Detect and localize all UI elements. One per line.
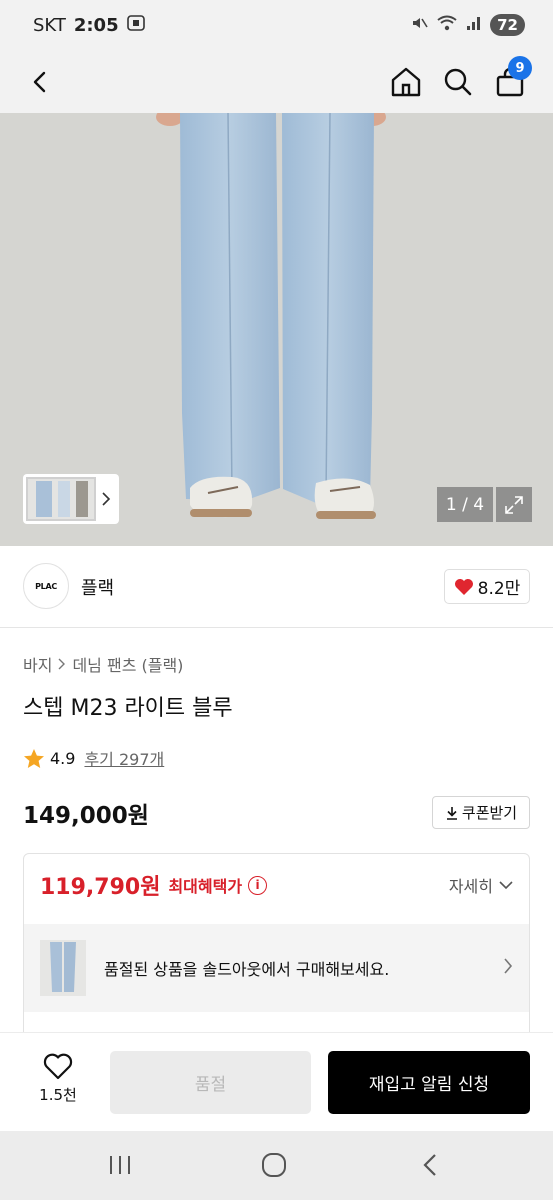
back-icon <box>33 71 46 92</box>
coupon-label: 쿠폰받기 <box>461 804 518 822</box>
back-nav-button[interactable] <box>408 1147 452 1183</box>
restock-alert-button[interactable]: 재입고 알림 신청 <box>328 1051 530 1114</box>
heart-icon <box>454 578 473 595</box>
soldout-banner[interactable]: 품절된 상품을 솔드아웃에서 구매해보세요. <box>24 924 529 1012</box>
breadcrumb-item-category[interactable]: 바지 <box>23 652 52 676</box>
thumbnail-next-button[interactable] <box>96 492 116 506</box>
heart-outline-icon <box>43 1053 73 1080</box>
brand-like-button[interactable]: 8.2만 <box>444 569 530 604</box>
home-button[interactable] <box>384 50 428 113</box>
wifi-icon <box>436 14 458 36</box>
status-bar: SKT 2:05 72 <box>0 0 553 50</box>
soldout-banner-arrow <box>503 958 513 978</box>
search-button[interactable] <box>436 50 480 113</box>
soldout-message: 품절된 상품을 솔드아웃에서 구매해보세요. <box>104 960 390 979</box>
product-price: 149,000원 <box>23 803 149 829</box>
rating-score: 4.9 <box>50 748 76 768</box>
soldout-thumbnail <box>40 940 86 996</box>
mute-icon <box>410 14 428 36</box>
cart-button[interactable]: 9 <box>488 50 532 113</box>
fullscreen-button[interactable] <box>496 487 532 522</box>
review-link[interactable]: 후기 297개 <box>84 746 164 770</box>
wishlist-button[interactable]: 1.5천 <box>23 1053 93 1113</box>
bottom-action-bar: 1.5천 품절 재입고 알림 신청 <box>0 1032 553 1131</box>
cart-count-badge: 9 <box>508 56 532 80</box>
benefit-box: 119,790원 최대혜택가 i 자세히 품절된 상품을 솔드아웃에서 구매해보… <box>23 853 530 1043</box>
back-button[interactable] <box>18 50 62 113</box>
wishlist-count: 1.5천 <box>39 1086 77 1104</box>
breadcrumb: 바지 데님 팬츠 (플랙) <box>23 652 183 676</box>
brand-row[interactable]: PLAC 플랙 8.2만 <box>0 546 553 628</box>
back-nav-icon <box>423 1154 436 1176</box>
chevron-right-icon <box>58 658 66 670</box>
home-nav-button[interactable] <box>252 1147 296 1183</box>
recent-apps-button[interactable] <box>98 1147 142 1183</box>
brand-logo[interactable]: PLAC <box>23 563 69 609</box>
brand-name[interactable]: 플랙 <box>81 574 114 600</box>
max-benefit-label: 최대혜택가 <box>168 877 243 896</box>
chevron-right-icon <box>102 492 111 506</box>
battery-indicator: 72 <box>490 14 525 36</box>
home-circle-icon <box>262 1153 286 1177</box>
clock: 2:05 <box>73 14 119 36</box>
info-icon[interactable]: i <box>248 875 268 895</box>
carrier-label: SKT <box>33 14 66 36</box>
benefit-header[interactable]: 119,790원 최대혜택가 i 자세히 <box>24 854 529 916</box>
product-title: 스텝 M23 라이트 블루 <box>23 696 233 721</box>
app-header: 9 <box>0 50 553 113</box>
expand-icon <box>505 495 523 514</box>
coupon-button[interactable]: 쿠폰받기 <box>432 796 530 829</box>
chevron-right-icon <box>504 958 513 974</box>
thumbnail-strip[interactable] <box>23 474 119 524</box>
detail-label: 자세히 <box>448 877 493 896</box>
rating-row: 4.9 후기 297개 <box>23 746 164 770</box>
chevron-down-icon <box>499 880 513 889</box>
breadcrumb-item-subcategory[interactable]: 데님 팬츠 (플랙) <box>72 652 183 676</box>
search-icon <box>444 68 472 95</box>
image-counter: 1 / 4 <box>437 487 493 522</box>
screenshot-icon <box>126 14 145 36</box>
detail-toggle[interactable]: 자세히 <box>449 873 513 897</box>
soldout-button: 품절 <box>110 1051 311 1114</box>
download-icon <box>446 806 457 820</box>
max-benefit-price: 119,790원 <box>40 875 161 900</box>
home-icon <box>391 67 421 96</box>
signal-icon <box>466 15 482 35</box>
recent-apps-icon <box>110 1156 130 1174</box>
system-nav-bar <box>0 1131 553 1200</box>
star-icon <box>24 748 44 768</box>
thumbnail-image[interactable] <box>26 477 96 521</box>
brand-like-count: 8.2만 <box>477 579 521 599</box>
